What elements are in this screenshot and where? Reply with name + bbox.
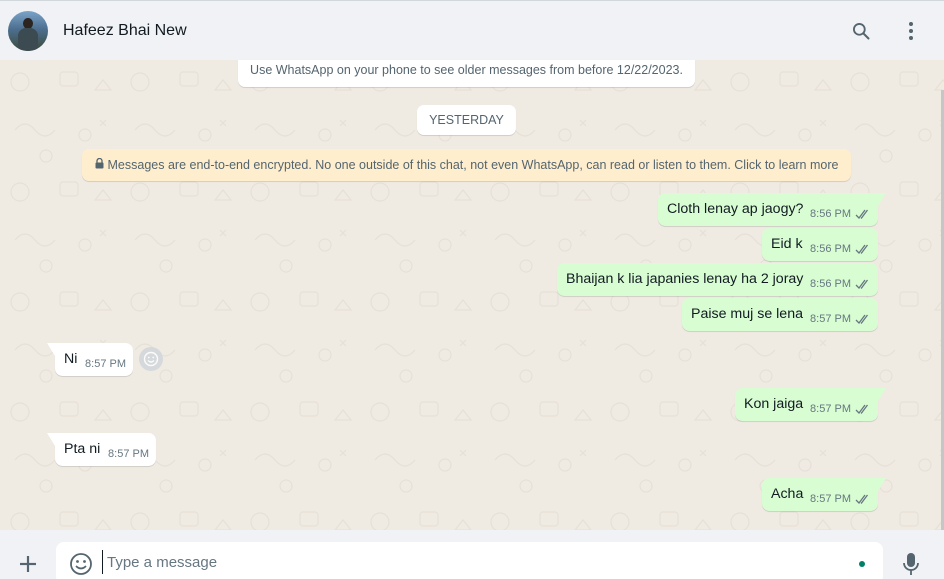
message-bubble-incoming[interactable]: Ni 8:57 PM bbox=[47, 343, 133, 376]
read-ticks-icon bbox=[855, 494, 869, 504]
bubble-tail bbox=[47, 343, 55, 356]
avatar-body bbox=[18, 28, 38, 51]
mic-icon[interactable] bbox=[899, 552, 923, 576]
emoji-icon[interactable] bbox=[68, 551, 94, 577]
older-messages-note[interactable]: Use WhatsApp on your phone to see older … bbox=[238, 60, 695, 87]
message-text: Kon jaiga bbox=[744, 396, 804, 412]
encryption-notice-text: Messages are end-to-end encrypted. No on… bbox=[107, 158, 839, 172]
message-time: 8:57 PM bbox=[810, 403, 851, 415]
bubble-tail bbox=[878, 193, 886, 206]
message-text: Eid k bbox=[771, 236, 803, 252]
contact-name[interactable]: Hafeez Bhai New bbox=[63, 21, 187, 41]
read-ticks-icon bbox=[855, 244, 869, 254]
plus-icon[interactable] bbox=[16, 552, 40, 576]
lock-icon bbox=[95, 149, 104, 181]
read-ticks-icon bbox=[855, 209, 869, 219]
message-time: 8:56 PM bbox=[810, 208, 851, 220]
message-text: Pta ni bbox=[64, 441, 101, 457]
connection-status-dot bbox=[859, 561, 865, 567]
message-text: Ni bbox=[64, 351, 78, 367]
read-ticks-icon bbox=[855, 279, 869, 289]
bubble-tail bbox=[878, 478, 886, 491]
chat-messages-pane[interactable]: Use WhatsApp on your phone to see older … bbox=[0, 60, 944, 530]
message-input-box bbox=[56, 542, 883, 579]
message-bubble-outgoing[interactable]: Paise muj se lena 8:57 PM bbox=[682, 298, 878, 331]
message-text: Acha bbox=[771, 486, 804, 502]
message-time: 8:57 PM bbox=[108, 448, 149, 460]
chat-header: Hafeez Bhai New bbox=[0, 0, 944, 60]
smiley-icon bbox=[143, 351, 159, 367]
message-time: 8:57 PM bbox=[810, 313, 851, 325]
date-divider: YESTERDAY bbox=[417, 105, 516, 135]
encryption-notice[interactable]: Messages are end-to-end encrypted. No on… bbox=[82, 149, 851, 181]
read-ticks-icon bbox=[855, 404, 869, 414]
message-bubble-outgoing[interactable]: Bhaijan k lia japanies lenay ha 2 joray … bbox=[557, 263, 878, 296]
whatsapp-chat-window: Hafeez Bhai New Use WhatsApp on your pho… bbox=[0, 0, 944, 579]
message-input[interactable] bbox=[102, 550, 847, 574]
message-time: 8:56 PM bbox=[810, 278, 851, 290]
search-icon[interactable] bbox=[849, 19, 873, 43]
message-bubble-outgoing[interactable]: Kon jaiga 8:57 PM bbox=[735, 388, 886, 421]
message-bubble-incoming[interactable]: Pta ni 8:57 PM bbox=[47, 433, 156, 466]
message-bubble-outgoing[interactable]: Eid k 8:56 PM bbox=[762, 228, 878, 261]
message-bubble-outgoing[interactable]: Acha 8:57 PM bbox=[762, 478, 886, 511]
bubble-tail bbox=[878, 388, 886, 401]
message-text: Cloth lenay ap jaogy? bbox=[667, 201, 804, 217]
bubble-tail bbox=[47, 433, 55, 446]
contact-avatar[interactable] bbox=[8, 11, 48, 51]
read-ticks-icon bbox=[855, 314, 869, 324]
menu-icon[interactable] bbox=[899, 19, 923, 43]
message-composer bbox=[0, 530, 944, 579]
message-time: 8:57 PM bbox=[810, 493, 851, 505]
react-emoji-button[interactable] bbox=[139, 347, 163, 371]
message-text: Paise muj se lena bbox=[691, 306, 803, 322]
message-time: 8:56 PM bbox=[810, 243, 851, 255]
message-text: Bhaijan k lia japanies lenay ha 2 joray bbox=[566, 271, 804, 287]
message-time: 8:57 PM bbox=[85, 358, 126, 370]
message-bubble-outgoing[interactable]: Cloth lenay ap jaogy? 8:56 PM bbox=[658, 193, 886, 226]
